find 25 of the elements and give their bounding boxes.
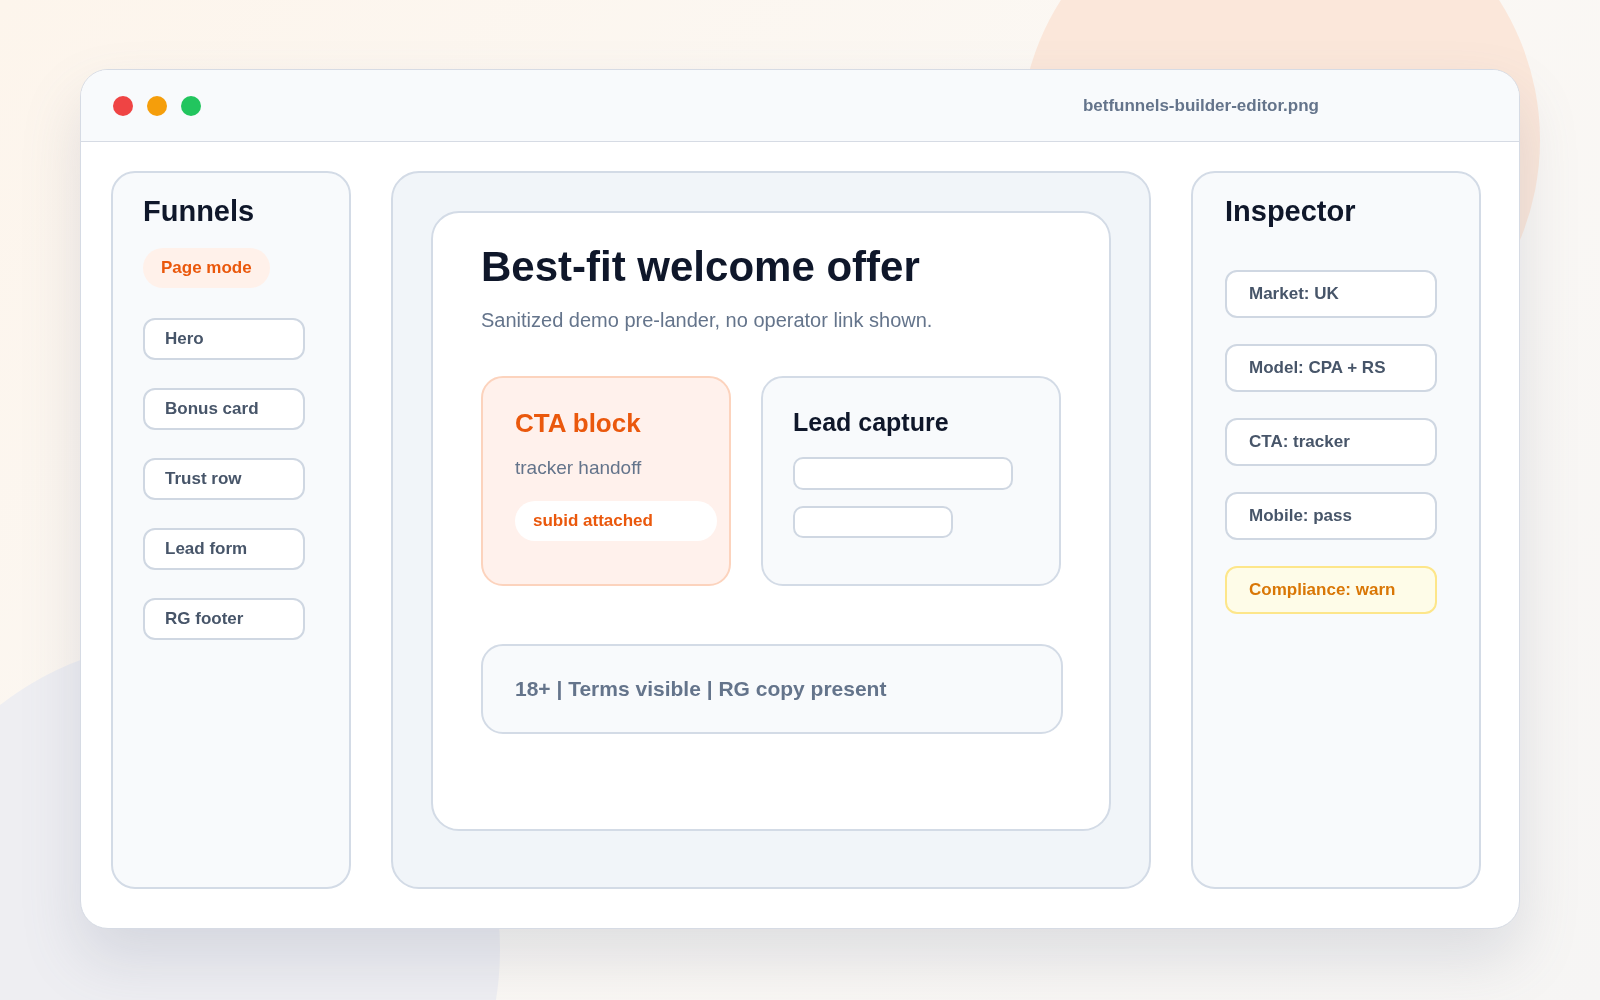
subtitle: Sanitized demo pre-lander, no operator link shown. — [481, 309, 934, 332]
panel-title: Inspector — [1225, 195, 1356, 228]
inspector-item[interactable]: Market: UK — [1225, 270, 1437, 318]
window-title: betfunnels-builder-editor.png — [1082, 95, 1319, 116]
section-item[interactable]: Bonus card — [143, 388, 305, 430]
mode-badge: Page mode — [143, 248, 270, 288]
section-item[interactable]: RG footer — [143, 598, 305, 640]
lead-title: Lead capture — [793, 408, 949, 437]
cta-text: tracker handoff — [515, 457, 643, 479]
input-field[interactable] — [793, 505, 953, 538]
input-field[interactable] — [793, 457, 1013, 490]
section-item[interactable]: Trust row — [143, 458, 305, 500]
headline: Best-fit welcome offer — [481, 243, 921, 291]
section-item[interactable]: Hero — [143, 318, 305, 360]
compliance-footer: 18+ | Terms visible | RG copy present — [481, 644, 1063, 734]
minimize-icon[interactable] — [147, 95, 167, 116]
panel-title: Funnels — [143, 195, 255, 228]
cta-title: CTA block — [515, 408, 642, 439]
inspector-item[interactable]: CTA: tracker — [1225, 418, 1437, 466]
inspector-item[interactable]: Model: CPA + RS — [1225, 344, 1437, 392]
maximize-icon[interactable] — [181, 95, 201, 116]
section-item[interactable]: Lead form — [143, 528, 305, 570]
close-icon[interactable] — [113, 95, 133, 116]
inspector-item[interactable]: Mobile: pass — [1225, 492, 1437, 540]
subid-tag: subid attached — [515, 501, 717, 541]
